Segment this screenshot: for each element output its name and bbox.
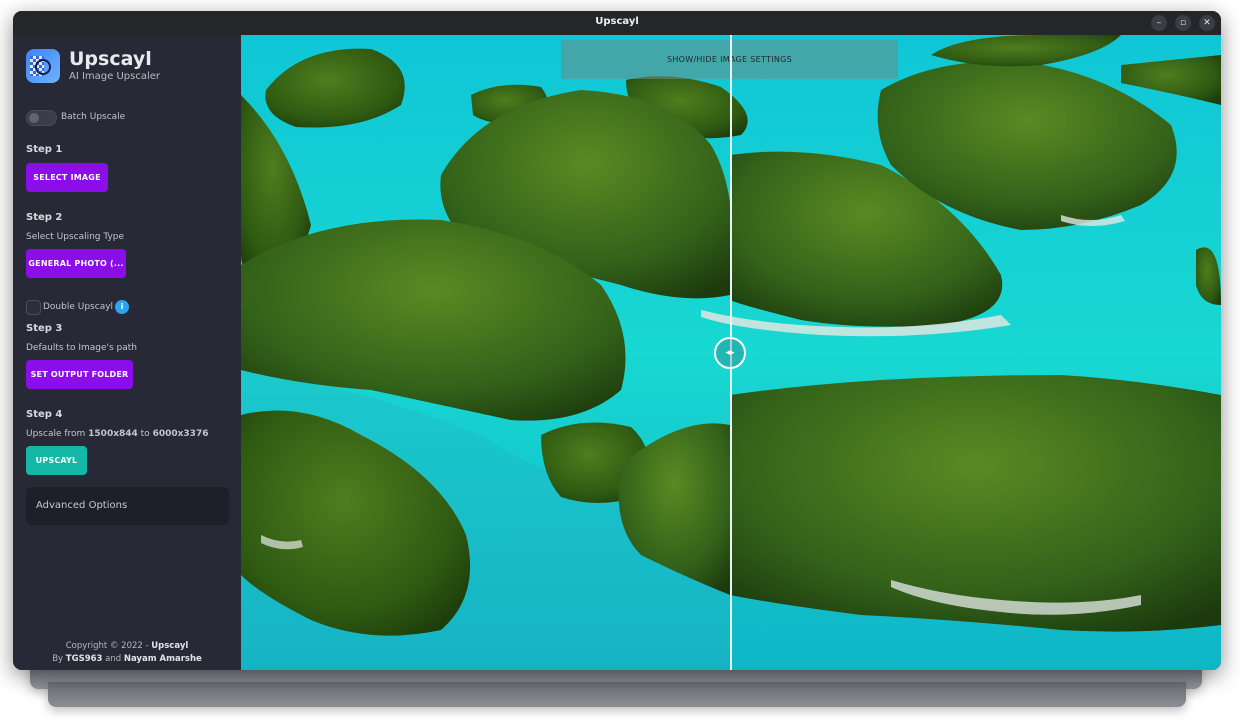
- author-link[interactable]: TGS963: [66, 654, 103, 664]
- maximize-icon[interactable]: ▫: [1175, 15, 1191, 31]
- close-icon[interactable]: ✕: [1199, 15, 1215, 31]
- image-compare-viewer[interactable]: SHOW/HIDE IMAGE SETTINGS ◂▸: [241, 35, 1221, 670]
- app-name: Upscayl: [69, 48, 152, 70]
- app-window: Upscayl – ▫ ✕ Upscayl AI Image Upscaler …: [13, 11, 1221, 670]
- set-output-folder-button[interactable]: SET OUTPUT FOLDER: [26, 360, 133, 389]
- upscayl-button[interactable]: UPSCAYL: [26, 446, 87, 475]
- advanced-options-panel[interactable]: Advanced Options: [26, 487, 229, 525]
- step1-title: Step 1: [26, 144, 63, 155]
- slider-handle-icon[interactable]: ◂▸: [714, 337, 746, 369]
- upscaling-type-button[interactable]: GENERAL PHOTO (...: [26, 249, 126, 278]
- batch-upscale-toggle[interactable]: [26, 110, 57, 126]
- app-subtitle: AI Image Upscaler: [69, 71, 161, 82]
- select-image-button[interactable]: SELECT IMAGE: [26, 163, 108, 192]
- title-bar: Upscayl – ▫ ✕: [13, 11, 1221, 35]
- to-size: 6000x3376: [152, 429, 209, 439]
- sidebar: Upscayl AI Image Upscaler Batch Upscale …: [13, 35, 241, 670]
- double-upscayl-label: Double Upscayl: [43, 302, 114, 312]
- minimize-icon[interactable]: –: [1151, 15, 1167, 31]
- copyright-text: Copyright © 2022 - Upscayl: [65, 641, 189, 651]
- window-title: Upscayl: [595, 16, 639, 27]
- step2-title: Step 2: [26, 212, 63, 223]
- upscaling-type-caption: Select Upscaling Type: [26, 232, 125, 242]
- window-shadow-layer-2: [48, 682, 1186, 707]
- output-folder-caption: Defaults to Image's path: [26, 343, 138, 353]
- step3-title: Step 3: [26, 323, 63, 334]
- author-link[interactable]: Nayam Amarshe: [124, 654, 202, 664]
- upscale-size-caption: Upscale from 1500x844 to 6000x3376: [26, 429, 209, 439]
- upscayl-logo-icon: [26, 49, 60, 83]
- info-icon[interactable]: i: [115, 300, 129, 314]
- step4-title: Step 4: [26, 409, 63, 420]
- authors-text: By TGS963 and Nayam Amarshe: [52, 654, 202, 664]
- double-upscayl-checkbox[interactable]: [26, 300, 41, 315]
- batch-upscale-label: Batch Upscale: [61, 112, 126, 122]
- from-size: 1500x844: [88, 429, 138, 439]
